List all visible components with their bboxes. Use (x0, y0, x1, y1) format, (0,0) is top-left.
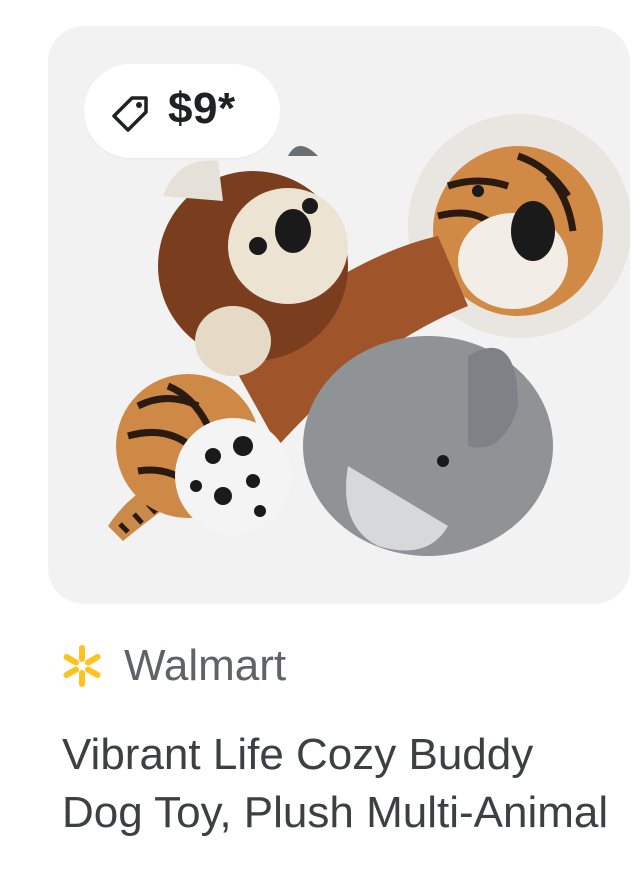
tag-icon (112, 96, 148, 132)
merchant-name: Walmart (124, 641, 287, 690)
walmart-spark-icon (63, 645, 101, 687)
product-title[interactable]: Vibrant Life Cozy Buddy Dog Toy, Plush M… (62, 726, 622, 842)
product-card[interactable]: $9* Walmart Vibrant Life Cozy Buddy Dog … (0, 0, 644, 872)
product-image[interactable]: $9* (48, 26, 630, 604)
price-text: $9* (168, 84, 236, 133)
merchant-row: Walmart (58, 638, 286, 694)
price-badge: $9* (84, 64, 280, 158)
